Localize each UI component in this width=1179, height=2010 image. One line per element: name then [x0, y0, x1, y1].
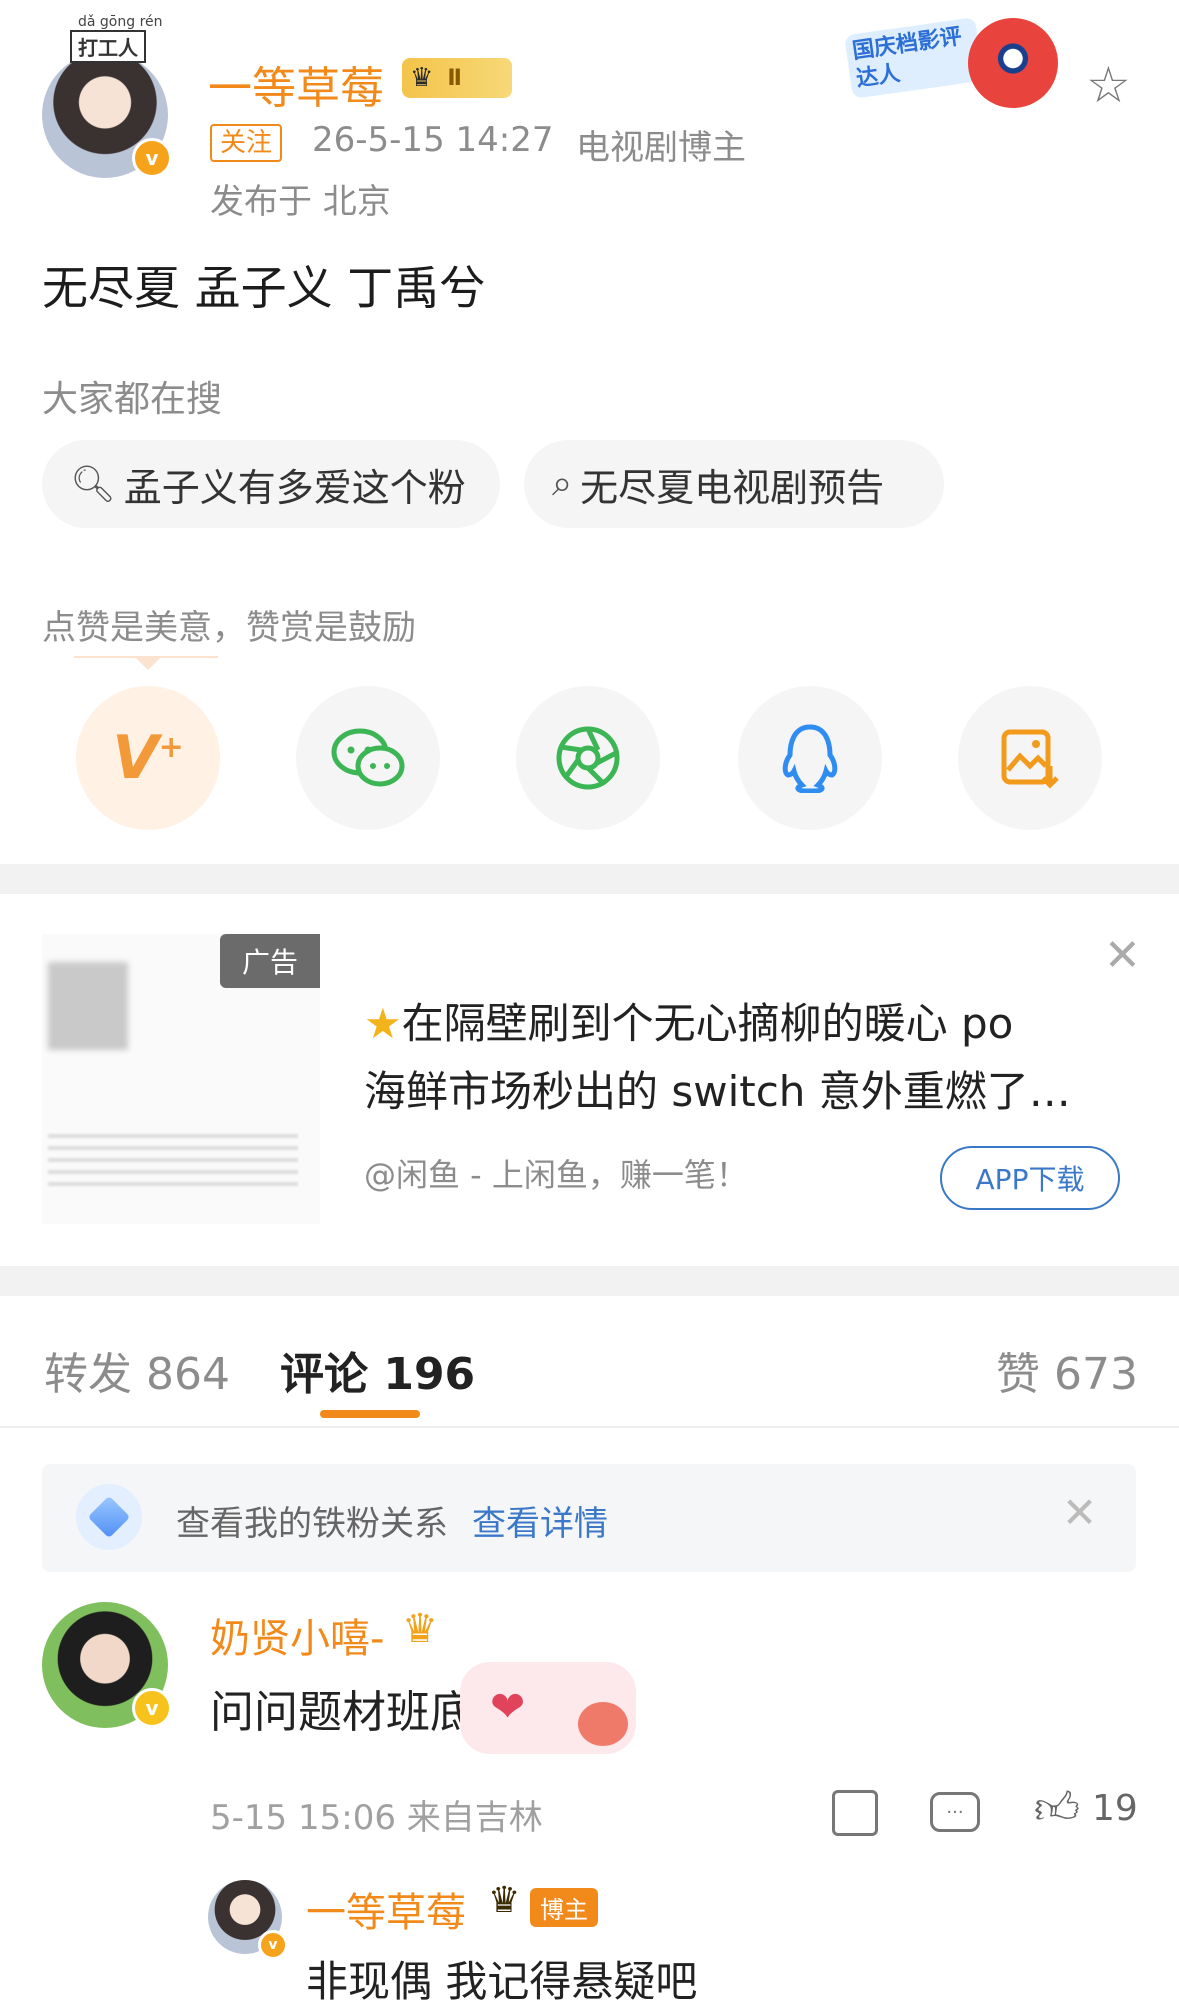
- ad-close-icon[interactable]: ✕: [1104, 930, 1141, 981]
- author-tag-pinyin: dǎ gōng rén: [78, 14, 163, 30]
- reply-verified-badge: v: [258, 1930, 288, 1960]
- ad-thumbnail-blur: [48, 962, 128, 1050]
- reply-avatar[interactable]: v: [208, 1880, 288, 1960]
- tab-like-label: 赞: [996, 1349, 1040, 1400]
- ad-line-2: 海鲜市场秒出的 switch 意外重燃了…: [364, 1067, 1071, 1116]
- tab-like[interactable]: 赞 673: [996, 1338, 1138, 1402]
- ad-thumbnail-lines: [48, 1134, 298, 1194]
- tab-underline: [320, 1410, 420, 1418]
- tab-comment-label: 评论: [280, 1349, 368, 1400]
- author-tag: 打工人: [70, 30, 146, 63]
- reward-heading: 点赞是美意，赞赏是鼓励: [42, 608, 416, 648]
- moments-icon: [556, 726, 620, 790]
- save-image-icon: [1001, 729, 1059, 789]
- tab-repost-label: 转发: [44, 1349, 132, 1400]
- ad-line-1: 在隔壁刷到个无心摘柳的暖心 po: [401, 999, 1014, 1048]
- ad-badge: 广告: [220, 934, 320, 988]
- reply-author[interactable]: 一等草莓: [306, 1880, 466, 1938]
- wechat-icon: [331, 728, 405, 787]
- commenter-avatar[interactable]: v: [42, 1602, 172, 1728]
- reward-pointer-caret: [134, 656, 162, 670]
- thumbs-up-icon: 👍︎: [1034, 1783, 1080, 1834]
- fan-diamond-icon: [76, 1484, 142, 1550]
- qq-icon: [782, 724, 838, 793]
- reply-text: 非现偶 我记得悬疑吧: [306, 1957, 698, 2006]
- fan-banner-close-icon[interactable]: ✕: [1062, 1488, 1097, 1537]
- post-location: 发布于 北京: [210, 182, 391, 222]
- section-divider: [0, 864, 1179, 894]
- qq-button[interactable]: [738, 686, 882, 830]
- heart-hand-icon: ❤: [490, 1682, 526, 1731]
- ad-thumbnail[interactable]: 广告: [42, 934, 320, 1224]
- hot-search-pill[interactable]: 🔍︎ 孟子义有多爱这个粉: [42, 440, 500, 528]
- author-role: 电视剧博主: [576, 128, 746, 168]
- apple-sticker-icon: [578, 1702, 628, 1746]
- author-name[interactable]: 一等草莓: [208, 52, 384, 116]
- search-heading: 大家都在搜: [42, 379, 223, 420]
- tab-repost-count: 864: [146, 1349, 230, 1400]
- tabs-divider: [0, 1426, 1179, 1428]
- event-badge: 国庆档影评达人: [844, 12, 1078, 122]
- save-image-button[interactable]: [958, 686, 1102, 830]
- reply-comment-icon[interactable]: ···: [930, 1792, 980, 1832]
- commenter-verified-badge: v: [132, 1688, 172, 1728]
- tab-like-count: 673: [1054, 1349, 1138, 1400]
- like-comment-button[interactable]: 👍︎ 19: [1034, 1782, 1138, 1835]
- comment-like-count: 19: [1091, 1788, 1138, 1829]
- event-badge-label: 国庆档影评达人: [844, 17, 984, 99]
- hot-search-icon: 🔍︎: [70, 464, 116, 505]
- author-avatar[interactable]: v: [42, 52, 172, 178]
- post-timestamp: 26-5-15 14:27: [312, 120, 554, 160]
- hot-search-label: 孟子义有多爱这个粉: [123, 465, 466, 510]
- commenter-name[interactable]: 奶贤小嘻-: [210, 1606, 384, 1664]
- app-download-button[interactable]: APP下载: [940, 1146, 1120, 1210]
- vplus-icon: V+: [112, 723, 184, 793]
- tab-repost[interactable]: 转发 864: [44, 1338, 230, 1402]
- moments-button[interactable]: [516, 686, 660, 830]
- search-pill[interactable]: ⌕ 无尽夏电视剧预告: [524, 440, 944, 528]
- verified-badge: v: [132, 138, 172, 178]
- sparkle-icon: ★: [364, 999, 402, 1048]
- section-divider-2: [0, 1266, 1179, 1296]
- fan-banner-link[interactable]: 查看详情: [472, 1496, 608, 1545]
- fan-banner-text: 查看我的铁粉关系: [176, 1504, 448, 1544]
- ad-source[interactable]: @闲鱼 - 上闲鱼，赚一笔！: [364, 1150, 748, 1196]
- tab-comment-count: 196: [383, 1349, 476, 1400]
- comment-text: 问问题材班底: [210, 1687, 474, 1738]
- wechat-button[interactable]: [296, 686, 440, 830]
- fan-banner[interactable]: 查看我的铁粉关系 查看详情 ✕: [42, 1464, 1136, 1572]
- reply-author-badge: 博主: [530, 1888, 598, 1927]
- vplus-button[interactable]: V+: [76, 686, 220, 830]
- favorite-star-icon[interactable]: ☆: [1086, 56, 1131, 114]
- comment-sticker: ❤: [460, 1662, 636, 1754]
- search-icon: ⌕: [552, 463, 573, 504]
- crown-icon: ♛: [410, 63, 434, 93]
- post-content: 无尽夏 孟子义 丁禹兮: [42, 261, 486, 315]
- level-badge: ♛ Ⅱ: [402, 58, 512, 98]
- comment-meta: 5-15 15:06 来自吉林: [210, 1798, 543, 1838]
- follow-button[interactable]: 关注: [210, 124, 283, 162]
- search-label: 无尽夏电视剧预告: [580, 465, 885, 510]
- commenter-crown-icon: ♛: [402, 1606, 438, 1652]
- mascot-icon: [968, 18, 1058, 108]
- level-label: Ⅱ: [447, 65, 462, 91]
- share-comment-icon[interactable]: [832, 1790, 878, 1836]
- reply-level-crown-icon: ♛: [488, 1880, 521, 1921]
- tab-comment[interactable]: 评论 196: [280, 1338, 475, 1402]
- ad-title[interactable]: ★在隔壁刷到个无心摘柳的暖心 po 海鲜市场秒出的 switch 意外重燃了…: [364, 990, 1124, 1126]
